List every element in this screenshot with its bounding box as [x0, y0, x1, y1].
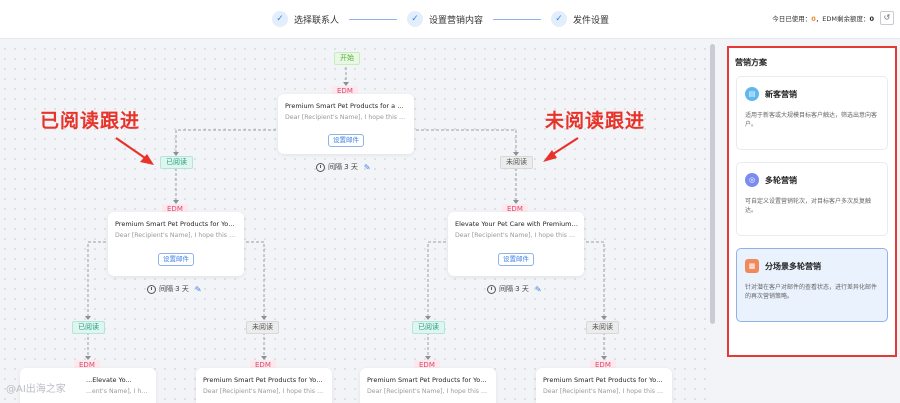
email-card-leaf[interactable]: Premium Smart Pet Products for Your Cu..…	[196, 368, 332, 403]
email-subject: Premium Smart Pet Products for Your Bus.…	[543, 376, 666, 384]
usage-info: 今日已使用：0，EDM剩余额度：0	[772, 13, 874, 23]
email-card-leaf[interactable]: Premium Smart Pet Products for Your Stor…	[360, 368, 496, 403]
email-subject: Elevate Your Pet Care with Premium Smar.…	[455, 220, 578, 228]
email-preview: Dear [Recipient's Name], I hope this ema…	[285, 114, 408, 121]
edit-icon[interactable]: ✎	[364, 163, 371, 172]
step-label: 选择联系人	[294, 15, 340, 26]
clock-icon	[316, 162, 325, 172]
step-select-contacts[interactable]: ✓ 选择联系人	[272, 11, 339, 27]
plan-desc: 针对潜在客户对邮件的查看状态，进行差异化邮件的再次营销策略。	[745, 284, 878, 300]
step-connector	[349, 18, 398, 20]
step-send-settings[interactable]: ✓ 发件设置	[551, 11, 609, 27]
interval-root: 间隔 3 天 ✎	[316, 162, 371, 172]
plan-scenario-multi-round[interactable]: ▦ 分场景多轮营销 针对潜在客户对邮件的查看状态，进行差异化邮件的再次营销策略。	[736, 248, 888, 322]
interval-unread: 间隔 3 天 ✎	[487, 284, 542, 294]
step-connector	[493, 18, 542, 20]
email-preview: Dear [Recipient's Name], I hope this ema…	[115, 232, 238, 239]
plan-desc: 适用于新客或大规模目标客户触达，筛选出意向客户。	[745, 112, 878, 128]
unread-branch-tag: 未阅读	[500, 156, 533, 169]
panel-title: 营销方案	[735, 58, 767, 67]
email-subject: Premium Smart Pet Products for a Health.…	[285, 102, 408, 110]
plan-desc: 可自定义设置营销轮次，对目标客户多次反复触达。	[745, 198, 872, 214]
setup-email-button[interactable]: 设置邮件	[498, 253, 534, 266]
check-icon: ✓	[551, 11, 568, 27]
cycle-icon: ◎	[745, 173, 759, 187]
step-label: 发件设置	[573, 15, 610, 26]
email-card-read[interactable]: Premium Smart Pet Products for Your Bus.…	[108, 212, 244, 276]
flow-canvas[interactable]: 开始 EDM Premium Smart Pet Products for a …	[0, 44, 712, 403]
email-preview: Dear [Recipient's Name], I hope this ema…	[367, 388, 490, 395]
step-marketing-content[interactable]: ✓ 设置营销内容	[407, 11, 483, 27]
check-icon: ✓	[407, 11, 424, 27]
edit-icon[interactable]: ✎	[535, 285, 542, 294]
email-preview: ...ent's Name], I hope...	[86, 388, 150, 395]
plan-new-customer[interactable]: ▤ 新客营销 适用于新客或大规模目标客户触达，筛选出意向客户。	[736, 76, 888, 150]
email-preview: Dear [Recipient's Name], I hope this ema…	[455, 232, 578, 239]
start-node: 开始	[334, 52, 360, 65]
marketing-plan-panel: 营销方案 ▤ 新客营销 适用于新客或大规模目标客户触达，筛选出意向客户。 ◎ 多…	[727, 46, 897, 357]
read-followup-annotation: 已阅读跟进	[40, 110, 141, 132]
quota-value: 0	[869, 15, 874, 23]
top-bar: ✓ 选择联系人 ✓ 设置营销内容 ✓ 发件设置 今日已使用： 0，EDM剩余额度：…	[0, 0, 900, 39]
unread-branch-tag: 未阅读	[246, 321, 279, 334]
interval-label: 间隔 3 天	[159, 285, 189, 293]
clock-icon	[147, 284, 156, 294]
email-preview: Dear [Recipient's Name], I hope this ema…	[203, 388, 326, 395]
interval-label: 间隔 3 天	[499, 285, 529, 293]
plan-multi-round[interactable]: ◎ 多轮营销 可自定义设置营销轮次，对目标客户多次反复触达。	[736, 162, 888, 236]
read-branch-tag: 已阅读	[72, 321, 105, 334]
read-branch-tag: 已阅读	[412, 321, 445, 334]
check-icon: ✓	[272, 11, 288, 27]
canvas-scrollbar[interactable]	[710, 44, 715, 324]
store-icon: ▤	[745, 87, 759, 101]
email-card-unread[interactable]: Elevate Your Pet Care with Premium Smar.…	[448, 212, 584, 276]
email-card-root[interactable]: Premium Smart Pet Products for a Health.…	[278, 94, 414, 154]
email-subject: ...Elevate Yo...	[86, 376, 132, 384]
watermark: @AI出海之家	[6, 384, 66, 395]
step-label: 设置营销内容	[429, 15, 484, 26]
email-subject: Premium Smart Pet Products for Your Stor…	[367, 376, 490, 384]
setup-email-button[interactable]: 设置邮件	[328, 134, 364, 147]
unread-followup-annotation: 未阅读跟进	[545, 110, 646, 132]
plan-name: 新客营销	[765, 90, 797, 99]
usage-label: 今日已使用：	[772, 15, 812, 23]
email-subject: Premium Smart Pet Products for Your Bus.…	[115, 220, 238, 228]
step-progress: ✓ 选择联系人 ✓ 设置营销内容 ✓ 发件设置	[272, 8, 609, 30]
edit-icon[interactable]: ✎	[195, 285, 202, 294]
setup-email-button[interactable]: 设置邮件	[158, 253, 194, 266]
plan-name: 分场景多轮营销	[765, 262, 821, 271]
scene-icon: ▦	[745, 259, 759, 273]
email-subject: Premium Smart Pet Products for Your Cu..…	[203, 376, 326, 384]
interval-label: 间隔 3 天	[328, 163, 358, 171]
unread-branch-tag: 未阅读	[586, 321, 619, 334]
email-card-leaf[interactable]: Premium Smart Pet Products for Your Bus.…	[536, 368, 672, 403]
read-branch-tag: 已阅读	[160, 156, 193, 169]
email-preview: Dear [Recipient's Name], I hope this ema…	[543, 388, 666, 395]
quota-label: ，EDM剩余额度：	[815, 15, 870, 23]
plan-name: 多轮营销	[765, 176, 797, 185]
interval-read: 间隔 3 天 ✎	[147, 284, 202, 294]
clock-icon	[487, 284, 496, 294]
undo-icon[interactable]: ↺	[880, 11, 894, 25]
